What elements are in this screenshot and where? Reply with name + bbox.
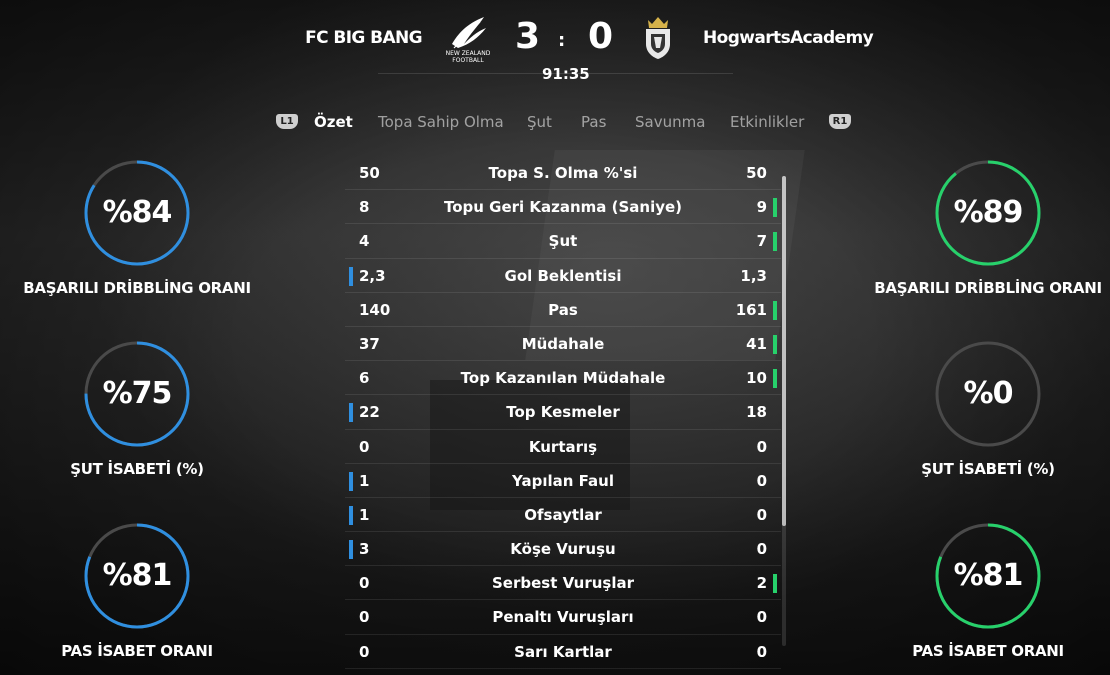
progress-ring: %75 [83,340,191,448]
stat-name: Şut [548,232,578,251]
home-pass-accuracy-ring: %81 PAS İSABET ORANI [17,522,257,660]
away-stat-value: 0 [756,471,767,490]
stat-row: 0 Kurtarış 0 [345,430,781,464]
away-stat-value: 50 [746,164,767,182]
r1-button-icon[interactable]: R1 [829,114,851,129]
away-stat-value: 0 [756,437,767,456]
header-divider [378,73,733,74]
home-badge-text-1: NEW ZEALAND [446,50,491,57]
stat-row: 3 Köşe Vuruşu 0 [345,532,781,567]
stat-name: Topa S. Olma %'si [488,164,638,182]
tab-summary[interactable]: Özet [314,113,353,131]
ring-label: ŞUT İSABETİ (%) [70,460,204,478]
match-clock: 91:35 [542,65,590,83]
away-team-name: HogwartsAcademy [703,28,874,48]
stat-row: 140 Pas 161 [345,293,781,327]
away-stat-value: 9 [756,198,767,217]
stat-name: Köşe Vuruşu [510,540,616,559]
stats-tab-bar: L1 Özet Topa Sahip Olma Şut Pas Savunma … [0,113,1110,135]
stat-name: Pas [548,300,578,319]
stat-row: 6 Top Kazanılan Müdahale 10 [345,361,781,396]
stat-name: Top Kesmeler [506,403,620,422]
home-team-badge-icon: NEW ZEALAND FOOTBALL [446,17,491,64]
ring-value: %81 [102,558,173,593]
ring-label: PAS İSABET ORANI [61,642,213,660]
stat-name: Gol Beklentisi [504,266,622,285]
stat-name: Top Kazanılan Müdahale [460,369,666,388]
stat-name: Topu Geri Kazanma (Saniye) [443,198,683,217]
away-stat-value: 10 [746,369,767,388]
away-stat-value: 161 [735,300,767,319]
stat-name: Penaltı Vuruşları [492,608,634,627]
ring-value: %89 [953,195,1024,230]
home-team-name: FC BIG BANG [305,28,422,48]
home-shot-accuracy-ring: %75 ŞUT İSABETİ (%) [17,340,257,478]
stat-row: 1 Yapılan Faul 0 [345,464,781,498]
stat-row: 1 Ofsaytlar 0 [345,498,781,533]
tab-defense[interactable]: Savunma [635,113,705,131]
stat-row: 8 Topu Geri Kazanma (Saniye) 9 [345,190,781,225]
stat-name: Müdahale [521,334,605,353]
stat-row: 37 Müdahale 41 [345,327,781,362]
away-stat-value: 1,3 [740,266,767,285]
stat-row: 0 Sarı Kartlar 0 [345,635,781,669]
stat-name: Sarı Kartlar [514,642,612,661]
stat-row: 4 Şut 7 [345,224,781,259]
score-separator: : [558,30,566,51]
away-stat-value: 0 [756,540,767,559]
progress-ring: %0 [934,340,1042,448]
ring-value: %84 [102,195,173,230]
away-shot-accuracy-ring: %0 ŞUT İSABETİ (%) [868,340,1108,478]
away-leader-marker [773,300,777,320]
ring-value: %0 [963,376,1014,411]
home-score: 3 [515,16,541,57]
progress-ring: %81 [83,522,191,630]
ring-value: %75 [102,376,173,411]
tab-shots[interactable]: Şut [527,113,552,131]
away-dribble-ring: %89 BAŞARILI DRİBBLİNG ORANI [868,159,1108,297]
ring-label: PAS İSABET ORANI [912,642,1064,660]
stat-row: 50 Topa S. Olma %'si 50 [345,156,781,191]
away-stat-value: 18 [746,403,767,422]
ring-label: ŞUT İSABETİ (%) [921,460,1055,478]
home-dribble-ring: %84 BAŞARILI DRİBBLİNG ORANI [17,159,257,297]
away-stat-value: 0 [756,642,767,661]
away-stat-value: 2 [756,574,767,593]
away-stat-value: 0 [756,608,767,627]
progress-ring: %89 [934,159,1042,267]
progress-ring: %84 [83,159,191,267]
tab-events[interactable]: Etkinlikler [730,113,804,131]
stat-name: Kurtarış [528,437,598,456]
away-stat-value: 41 [746,334,767,353]
ring-label: BAŞARILI DRİBBLİNG ORANI [23,279,251,297]
stat-row: 0 Penaltı Vuruşları 0 [345,600,781,635]
l1-button-icon[interactable]: L1 [276,114,298,129]
stat-row: 2,3 Gol Beklentisi 1,3 [345,259,781,293]
stats-scrollbar[interactable] [782,176,786,526]
stat-name: Ofsaytlar [524,505,602,524]
ring-label: BAŞARILI DRİBBLİNG ORANI [874,279,1102,297]
tab-passes[interactable]: Pas [581,113,606,131]
away-leader-marker [773,574,777,594]
away-leader-marker [773,198,777,218]
stat-row: 0 Serbest Vuruşlar 2 [345,566,781,601]
stat-name: Serbest Vuruşlar [491,574,635,593]
away-stat-value: 0 [756,505,767,524]
away-team-crest-icon [646,17,670,59]
away-leader-marker [773,369,777,389]
match-stats-table[interactable]: 50 Topa S. Olma %'si 50 8 Topu Geri Kazanma… [345,156,781,675]
stat-row: 22 Top Kesmeler 18 [345,395,781,430]
away-leader-marker [773,232,777,252]
ring-value: %81 [953,558,1024,593]
progress-ring: %81 [934,522,1042,630]
away-score: 0 [588,16,614,57]
away-stat-value: 7 [756,232,767,251]
tab-possession[interactable]: Topa Sahip Olma [378,113,504,131]
away-pass-accuracy-ring: %81 PAS İSABET ORANI [868,522,1108,660]
stat-name: Yapılan Faul [512,471,614,490]
away-leader-marker [773,334,777,354]
home-badge-text-2: FOOTBALL [452,57,484,64]
